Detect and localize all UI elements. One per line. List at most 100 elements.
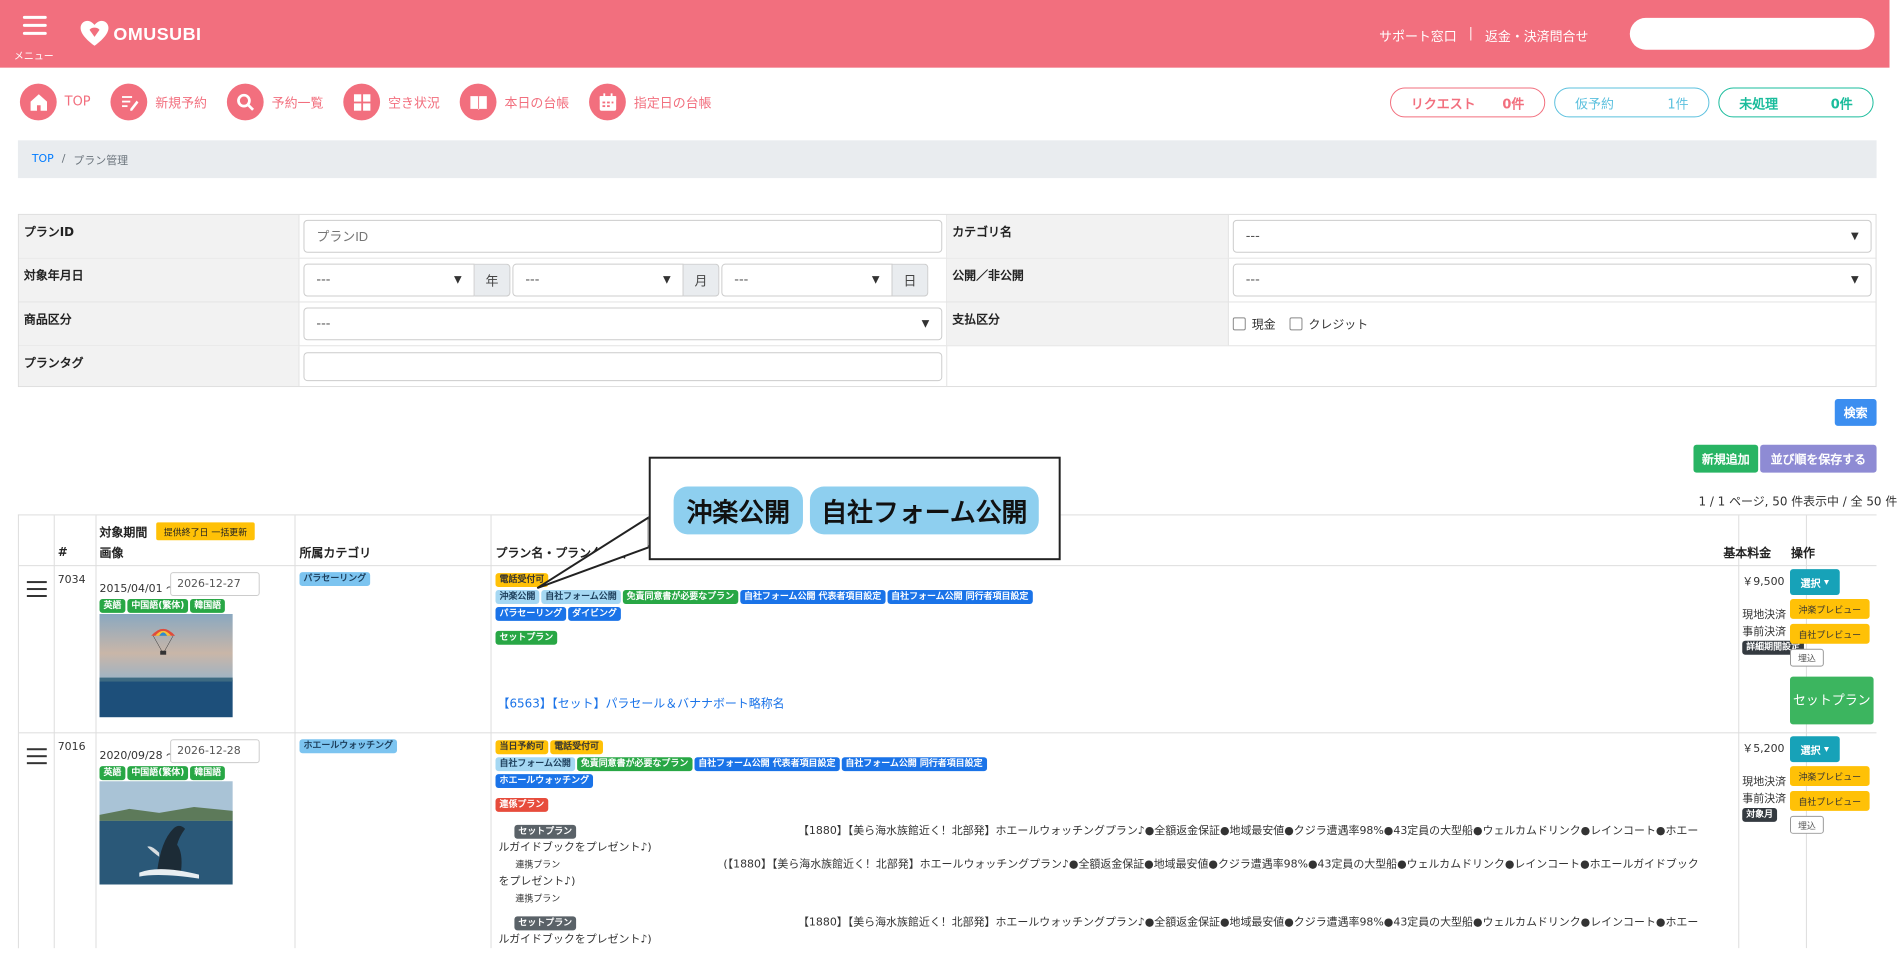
request-label: リクエスト <box>1410 97 1476 112</box>
period-start: 2020/09/28 〜 <box>99 749 178 763</box>
plan-id-field[interactable] <box>303 219 943 253</box>
unprocessed-label: 未処理 <box>1739 97 1779 112</box>
category-tag: パラセーリング <box>299 572 371 587</box>
unprocessed-pill[interactable]: 未処理 0件 <box>1718 87 1874 118</box>
embed-button[interactable]: 埋込 <box>1790 815 1824 834</box>
refund-link[interactable]: 返金・決済問合せ <box>1485 26 1588 45</box>
year-select[interactable]: --- ▼ <box>303 263 475 297</box>
plan-tag: ダイビング <box>568 606 621 621</box>
save-order-button[interactable]: 並び順を保存する <box>1760 444 1877 473</box>
payment-type: 現地決済 <box>1742 607 1787 621</box>
nav-top-label: TOP <box>64 94 91 110</box>
plan-id: 7016 <box>57 740 86 754</box>
nav-booking-list-label: 予約一覧 <box>271 96 324 112</box>
header-ops: 操作 <box>1791 546 1815 561</box>
okiraku-preview-button[interactable]: 沖楽プレビュー <box>1790 766 1870 787</box>
grid-icon <box>343 83 381 121</box>
period-end-input[interactable]: 2026-12-27 <box>170 572 260 597</box>
day-select[interactable]: --- ▼ <box>721 263 893 297</box>
temp-booking-pill[interactable]: 仮予約 1件 <box>1554 87 1710 118</box>
nav-new-booking-label: 新規予約 <box>155 96 207 112</box>
cash-checkbox[interactable]: 現金 <box>1232 315 1276 332</box>
plan-image-parasail <box>99 613 233 718</box>
plan-id-input[interactable] <box>316 228 930 244</box>
plan-tag: 自社フォーム公開 代表者項目設定 <box>740 590 886 604</box>
embed-button[interactable]: 埋込 <box>1790 648 1824 667</box>
plan-tag: 免責同意書が必要なプラン <box>622 590 739 604</box>
breadcrumb: TOP / プラン管理 <box>17 140 1877 179</box>
drag-handle-icon[interactable] <box>26 581 47 602</box>
nav-top[interactable]: TOP <box>19 83 91 121</box>
select-dropdown-button[interactable]: 選択 ▾ <box>1790 736 1840 763</box>
sub-plan-text: (【1880】【美ら海水族館近く！北部発】ホエールウォッチングプラン♪●全額返金… <box>723 857 1699 871</box>
nav-today-ledger-label: 本日の台帳 <box>504 96 570 112</box>
menu-button[interactable]: メニュー <box>8 10 60 63</box>
plan-tag: 電話受付可 <box>550 740 604 755</box>
header-price: 基本料金 <box>1723 546 1772 561</box>
lang-tag: 韓国語 <box>190 598 226 613</box>
plan-search-form: プランID カテゴリ名 --- ▼ 対象年月日 --- ▼ 年 --- ▼ 月 ---… <box>17 213 1877 388</box>
sub-plan-text: をプレゼント♪) <box>498 874 576 888</box>
omusubi-logo[interactable]: OMUSUBI <box>80 18 202 50</box>
day-value: --- <box>734 272 749 288</box>
lang-tag: 中国語(繁体) <box>127 598 189 613</box>
header-separator: | <box>1468 25 1474 41</box>
search-button[interactable]: 検索 <box>1834 398 1877 426</box>
header-category: 所属カテゴリ <box>299 546 372 561</box>
request-pill[interactable]: リクエスト 0件 <box>1390 87 1546 118</box>
own-preview-button[interactable]: 自社プレビュー <box>1790 791 1870 811</box>
drag-handle-icon[interactable] <box>26 748 47 769</box>
tag-input[interactable] <box>303 351 943 381</box>
nav-booking-list[interactable]: 予約一覧 <box>226 83 324 121</box>
product-select[interactable]: --- ▼ <box>303 307 943 341</box>
plan-name-link[interactable]: 【6563】【セット】パラセール＆バナナボート略称名 <box>498 695 785 712</box>
plan-tag: 電話受付可 <box>495 573 549 588</box>
plan-tag: セットプラン <box>495 630 558 645</box>
checkbox-icon <box>1289 317 1303 331</box>
support-link[interactable]: サポート窓口 <box>1379 26 1457 45</box>
bulk-update-button[interactable]: 提供終了日 一括更新 <box>156 522 255 541</box>
okiraku-preview-button[interactable]: 沖楽プレビュー <box>1790 598 1870 619</box>
home-icon <box>19 83 57 121</box>
tag-label: プランタグ <box>18 346 300 387</box>
checkbox-icon <box>1232 317 1246 331</box>
select-dropdown-button[interactable]: 選択 ▾ <box>1790 569 1840 596</box>
own-preview-button[interactable]: 自社プレビュー <box>1790 623 1870 644</box>
payment-badge: 対象月 <box>1742 807 1778 822</box>
credit-checkbox[interactable]: クレジット <box>1289 315 1369 332</box>
payment-type: 現地決済 <box>1742 775 1787 789</box>
payment-type: 事前決済 <box>1742 792 1787 805</box>
calendar-icon <box>589 83 626 121</box>
quick-nav: TOP 新規予約 予約一覧 空き状況 本日の台帳 指定日の台帳 <box>19 83 732 121</box>
period-end-input[interactable]: 2026-12-28 <box>170 739 260 764</box>
nav-date-ledger-label: 指定日の台帳 <box>633 96 712 112</box>
plan-tag: 自社フォーム公開 <box>541 590 621 604</box>
nav-date-ledger[interactable]: 指定日の台帳 <box>589 83 712 121</box>
plan-tag: 免責同意書が必要なプラン <box>576 757 693 772</box>
page-info: 1 / 1 ページ, 50 件表示中 / 全 50 件 <box>1698 494 1898 509</box>
month-select[interactable]: --- ▼ <box>512 263 684 297</box>
chevron-down-icon: ▼ <box>454 274 462 286</box>
breadcrumb-top[interactable]: TOP <box>32 152 54 166</box>
sub-plan-badge: セットプラン <box>514 916 577 931</box>
year-value: --- <box>316 272 331 288</box>
category-label: カテゴリ名 <box>947 214 1229 258</box>
nav-availability[interactable]: 空き状況 <box>343 83 440 121</box>
public-label: 公開／非公開 <box>947 258 1229 302</box>
book-icon <box>459 83 497 121</box>
year-unit: 年 <box>474 263 511 297</box>
nav-today-ledger[interactable]: 本日の台帳 <box>459 83 570 121</box>
credit-label: クレジット <box>1308 317 1369 332</box>
plan-tag: 自社フォーム公開 同行者項目設定 <box>887 590 1033 604</box>
nav-new-booking[interactable]: 新規予約 <box>110 83 207 121</box>
public-value: --- <box>1245 272 1260 288</box>
header-search-input[interactable] <box>1629 17 1875 50</box>
set-plan-button[interactable]: セットプラン <box>1790 676 1874 725</box>
chevron-down-icon: ▼ <box>921 318 930 330</box>
add-new-button[interactable]: 新規追加 <box>1693 444 1759 473</box>
public-select[interactable]: --- ▼ <box>1232 263 1872 297</box>
sub-plan-text: ルガイドブックをプレゼント♪) <box>498 840 652 854</box>
plan-tag: 自社フォーム公開 同行者項目設定 <box>841 757 987 772</box>
plan-image-whale <box>99 781 233 885</box>
category-select[interactable]: --- ▼ <box>1232 219 1872 253</box>
